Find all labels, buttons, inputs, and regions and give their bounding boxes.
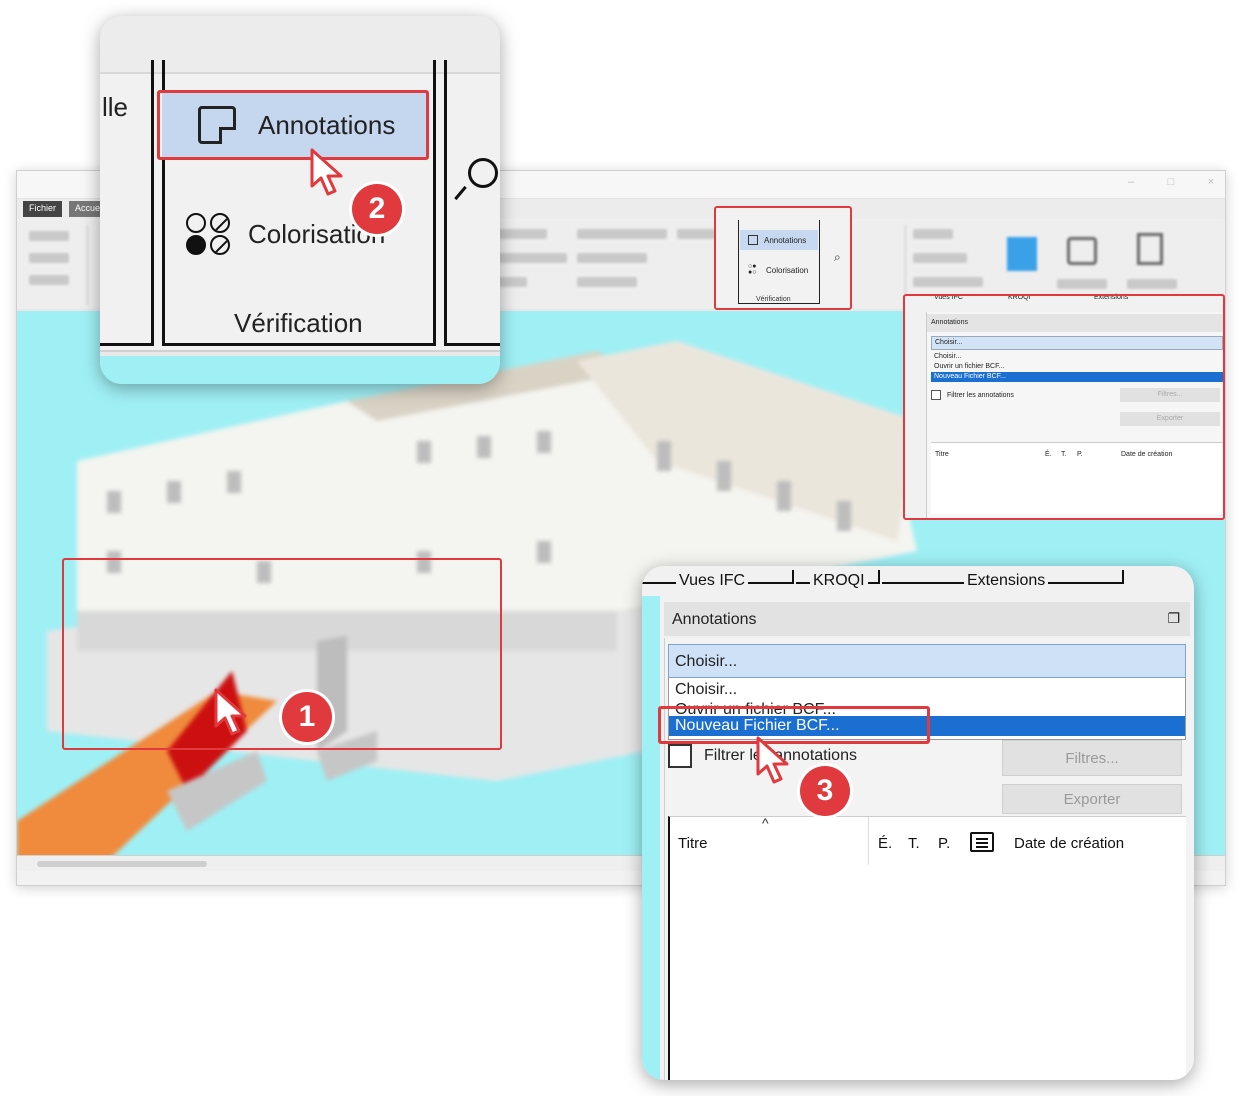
- column-type[interactable]: T.: [908, 835, 920, 852]
- column-etat[interactable]: É.: [878, 835, 892, 852]
- search-icon[interactable]: ⌕: [834, 250, 841, 265]
- annotations-panel-small: Vues IFC KROQI Extensions Annotations Ch…: [904, 294, 1224, 518]
- maximize-icon[interactable]: □: [1163, 176, 1179, 192]
- column-titre[interactable]: Titre: [678, 835, 707, 852]
- ribbon-text-fragment: lle: [102, 92, 129, 122]
- option-choisir-small[interactable]: Choisir...: [931, 352, 1223, 362]
- annotations-button-small[interactable]: Annotations: [740, 230, 818, 250]
- annotations-button[interactable]: Annotations: [162, 92, 428, 158]
- option-nouveau-small[interactable]: Nouveau Fichier BCF...: [931, 372, 1223, 382]
- pointer-cursor-icon: [756, 736, 789, 784]
- search-icon[interactable]: [468, 158, 498, 188]
- option-choisir[interactable]: Choisir...: [669, 680, 1185, 700]
- group-label-small: Vérification: [756, 296, 791, 303]
- step-badge-1: 1: [282, 692, 332, 742]
- bcf-select[interactable]: Choisir...: [668, 644, 1186, 678]
- ribbon-zoom-callout: lle Annotations Colorisation Vérificatio…: [100, 16, 500, 384]
- close-icon[interactable]: ×: [1203, 176, 1219, 192]
- ribbon-group-verification-small: Annotations ○● ●○ Colorisation Vérificati…: [716, 206, 852, 310]
- group-label-verification: Vérification: [230, 308, 367, 339]
- note-icon: [198, 106, 236, 144]
- column-date-creation[interactable]: Date de création: [1014, 835, 1124, 852]
- step-badge-3: 3: [800, 766, 850, 816]
- panel-tabs: Vues IFC KROQI Extensions: [642, 566, 1194, 596]
- annotations-table: ^ Titre É. T. P. Date de création: [668, 815, 1186, 1080]
- restore-window-icon[interactable]: ❐: [1167, 610, 1180, 627]
- pointer-cursor-icon: [214, 688, 247, 736]
- panel-title: Annotations: [672, 611, 757, 628]
- minimize-icon[interactable]: ‒: [1123, 176, 1139, 192]
- tab-kroqi[interactable]: KROQI: [810, 572, 868, 590]
- colorisation-button-small[interactable]: ○● ●○ Colorisation: [740, 262, 818, 278]
- panel-zoom-callout: Vues IFC KROQI Extensions Annotations ❐ …: [642, 566, 1194, 1080]
- colorisation-icon: ○● ●○: [748, 263, 757, 276]
- tab-vues-ifc-small[interactable]: Vues IFC: [934, 294, 963, 301]
- note-icon: [748, 235, 758, 245]
- filters-button-small[interactable]: Filtres...: [1120, 388, 1220, 402]
- tab-kroqi-small[interactable]: KROQI: [1008, 294, 1031, 301]
- annotations-table-small: Titre É. T. P. Date de création: [931, 442, 1223, 514]
- panel-header: Annotations ❐: [664, 602, 1190, 636]
- menu-tab-file[interactable]: Fichier: [23, 201, 63, 217]
- filter-checkbox-small[interactable]: Filtrer les annotations: [931, 390, 1014, 400]
- filters-button[interactable]: Filtres...: [1002, 740, 1182, 776]
- column-priorite[interactable]: P.: [938, 835, 950, 852]
- tab-extensions-small[interactable]: Extensions: [1094, 294, 1128, 301]
- bcf-select-small[interactable]: Choisir...: [931, 336, 1223, 350]
- comment-icon[interactable]: [970, 832, 994, 852]
- step-badge-2: 2: [352, 184, 402, 234]
- option-nouveau-fichier-bcf[interactable]: Nouveau Fichier BCF...: [669, 716, 1185, 736]
- pointer-cursor-icon: [310, 148, 343, 196]
- panel-header-small: Annotations: [927, 314, 1224, 332]
- sort-caret-icon[interactable]: ^: [762, 815, 769, 831]
- checkbox-box[interactable]: [668, 744, 692, 768]
- tab-extensions[interactable]: Extensions: [964, 572, 1049, 590]
- annotations-label: Annotations: [258, 109, 396, 140]
- export-button-small[interactable]: Exporter: [1120, 412, 1220, 426]
- option-ouvrir-small[interactable]: Ouvrir un fichier BCF...: [931, 362, 1223, 372]
- colorisation-icon: [186, 213, 232, 255]
- export-button[interactable]: Exporter: [1002, 784, 1182, 814]
- tab-vues-ifc[interactable]: Vues IFC: [676, 572, 749, 590]
